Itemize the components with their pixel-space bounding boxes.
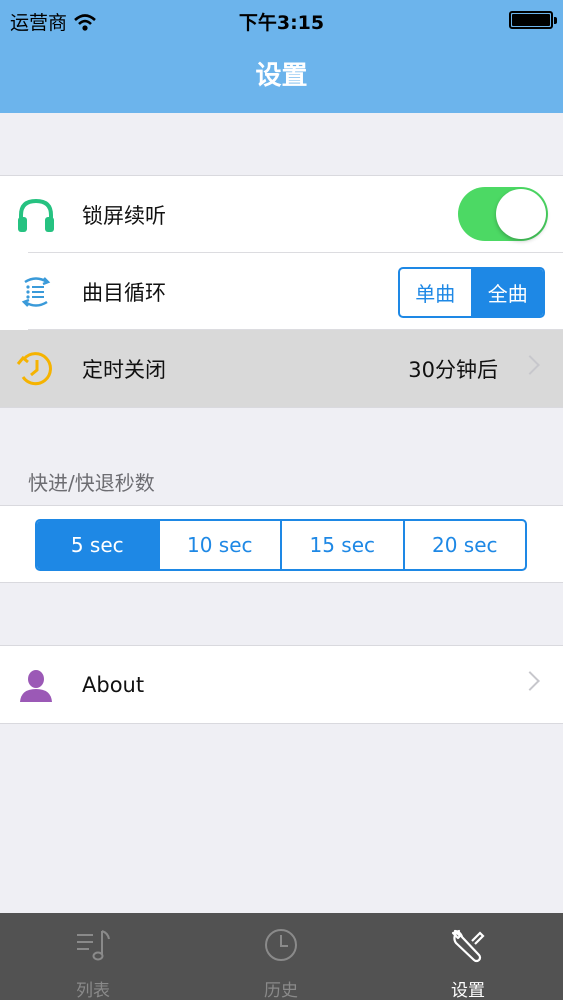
clock-icon — [265, 929, 297, 961]
tab-settings-label: 设置 — [451, 981, 485, 1000]
tab-list-label: 列表 — [76, 981, 110, 1000]
music-list-icon — [77, 930, 110, 961]
page-title: 设置 — [255, 61, 308, 91]
seek-option-5[interactable]: 5 sec — [37, 521, 158, 569]
battery-icon — [509, 11, 557, 29]
tab-history-label: 历史 — [264, 981, 298, 1000]
seek-option-15[interactable]: 15 sec — [280, 521, 403, 569]
chevron-right-icon — [520, 671, 540, 691]
lock-screen-toggle[interactable] — [458, 187, 548, 241]
person-icon — [16, 665, 56, 705]
seek-seconds-segmented-control: 5 sec 10 sec 15 sec 20 sec — [35, 519, 527, 571]
about-group: About — [0, 645, 563, 724]
chevron-right-icon — [520, 355, 540, 375]
loop-all-option[interactable]: 全曲 — [470, 269, 543, 316]
tab-list[interactable]: 列表 — [33, 913, 153, 1000]
status-time: 下午3:15 — [238, 12, 325, 34]
repeat-list-icon — [16, 272, 56, 312]
timer-label: 定时关闭 — [82, 357, 166, 382]
lock-screen-row: 锁屏续听 — [0, 176, 563, 253]
loop-row: 曲目循环 单曲 全曲 — [0, 253, 563, 330]
status-bar: 运营商 下午3:15 — [0, 0, 563, 40]
timer-value: 30分钟后 — [408, 357, 498, 382]
tab-settings[interactable]: 设置 — [408, 913, 528, 1000]
loop-label: 曲目循环 — [82, 280, 166, 305]
headphones-icon — [16, 195, 56, 235]
about-row[interactable]: About — [0, 646, 563, 723]
seek-option-20[interactable]: 20 sec — [402, 521, 526, 569]
lock-screen-label: 锁屏续听 — [82, 203, 166, 228]
timer-row[interactable]: 定时关闭 30分钟后 — [0, 330, 563, 407]
about-label: About — [82, 672, 145, 697]
playback-settings-group: 锁屏续听 曲目循环 单曲 全曲 定时关闭 30分钟后 — [0, 175, 563, 408]
timer-clock-icon — [16, 349, 56, 389]
tab-bar: 列表 历史 设置 — [0, 913, 563, 1000]
seek-option-10[interactable]: 10 sec — [157, 521, 281, 569]
seek-section-header: 快进/快退秒数 — [28, 471, 155, 495]
toggle-knob — [496, 189, 546, 239]
tab-history[interactable]: 历史 — [221, 913, 341, 1000]
loop-mode-segmented-control: 单曲 全曲 — [398, 267, 545, 318]
wrench-icon — [451, 929, 485, 963]
navigation-header: 运营商 下午3:15 设置 — [0, 0, 563, 113]
loop-single-option[interactable]: 单曲 — [400, 269, 471, 316]
